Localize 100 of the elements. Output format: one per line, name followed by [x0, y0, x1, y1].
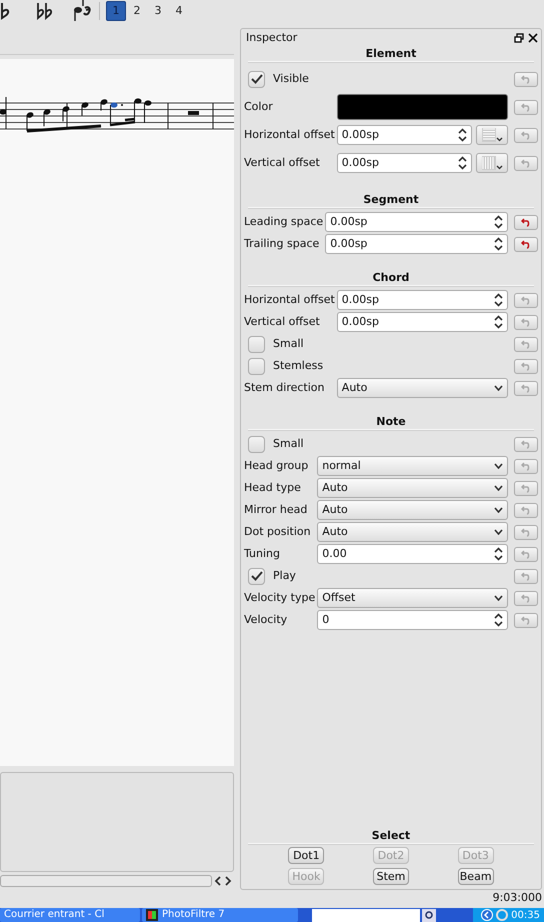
checkbox[interactable] — [248, 436, 265, 452]
field-label: Color — [244, 98, 274, 115]
field-label: Leading space — [244, 214, 324, 230]
spin-field[interactable]: 0.00sp — [336, 125, 472, 145]
spin-arrows-icon[interactable] — [458, 128, 467, 142]
flat-icon[interactable] — [0, 2, 10, 20]
collapse-icon[interactable] — [481, 909, 494, 921]
reset-icon — [521, 362, 531, 370]
reset-icon — [521, 616, 531, 624]
voice-button[interactable]: 3 — [148, 1, 168, 21]
field-label: Dot position — [244, 524, 312, 540]
section-title: Element — [248, 47, 534, 62]
status-time: 9:03:000 — [492, 890, 542, 906]
field-label: Trailing space — [244, 236, 320, 252]
spin-arrows-icon[interactable] — [494, 613, 503, 627]
spin-field[interactable]: 0.00sp — [336, 312, 508, 332]
dropdown[interactable]: Auto — [317, 522, 508, 542]
lines-icon — [481, 127, 503, 143]
checkbox[interactable] — [248, 70, 265, 88]
scroll-right-icon[interactable] — [224, 875, 232, 887]
chevron-down-icon — [494, 507, 503, 513]
field-label: Head group — [244, 458, 310, 474]
select-button[interactable]: Stem — [372, 868, 409, 885]
horizontal-scrollbar[interactable] — [0, 875, 212, 887]
spin-field[interactable]: 0.00 — [317, 544, 508, 564]
checkbox-label: Small — [273, 436, 304, 452]
select-button[interactable]: Beam — [458, 868, 494, 885]
voice-button[interactable]: 2 — [127, 1, 147, 21]
spin-arrows-icon[interactable] — [494, 547, 503, 561]
spin-field[interactable]: 0.00sp — [336, 153, 472, 173]
reset-icon — [521, 440, 531, 448]
reset-button[interactable] — [514, 236, 538, 252]
reset-icon — [521, 318, 531, 326]
spin-field[interactable]: 0.00sp — [325, 234, 508, 254]
reset-icon — [521, 296, 531, 304]
reset-icon — [521, 462, 531, 470]
spin-arrows-icon[interactable] — [494, 293, 503, 307]
reset-button[interactable] — [514, 214, 538, 230]
reset-icon — [521, 240, 531, 248]
checkbox[interactable] — [248, 336, 265, 352]
app-icon — [146, 909, 158, 921]
spin-field[interactable]: 0.00sp — [325, 212, 508, 232]
spin-arrows-icon[interactable] — [494, 237, 503, 251]
chevron-down-icon — [494, 485, 503, 491]
reset-icon — [521, 528, 531, 536]
scroll-left-icon[interactable] — [214, 875, 222, 887]
chevron-down-icon — [494, 529, 503, 535]
section-title: Note — [248, 415, 534, 430]
reset-icon — [521, 550, 531, 558]
dropdown[interactable]: normal — [317, 456, 508, 476]
chevron-down-icon — [494, 463, 503, 469]
spin-arrows-icon[interactable] — [494, 215, 503, 229]
section-title: Select — [248, 829, 534, 844]
lines-icon — [481, 155, 503, 171]
field-label: Stem direction — [244, 380, 326, 396]
close-icon[interactable] — [528, 33, 538, 43]
dropdown[interactable]: Auto — [317, 478, 508, 498]
dropdown[interactable]: Auto — [317, 500, 508, 520]
chevron-down-icon — [494, 385, 503, 391]
field-label: Mirror head — [244, 502, 308, 518]
spin-field[interactable]: 0.00sp — [336, 290, 508, 310]
align-menu-button[interactable] — [476, 125, 508, 145]
field-label: Horizontal offset — [244, 126, 335, 143]
reset-icon — [521, 130, 531, 140]
reset-icon — [521, 594, 531, 602]
double-flat-icon[interactable] — [36, 2, 54, 20]
reset-icon — [521, 74, 531, 84]
flip-direction-icon[interactable] — [73, 0, 93, 22]
taskbar-button[interactable]: PhotoFiltre 7 — [142, 908, 298, 922]
reset-icon — [521, 340, 531, 348]
clock: 00:35 — [511, 908, 540, 922]
search-field[interactable] — [312, 908, 420, 922]
field-label: Tuning — [244, 546, 282, 562]
checkbox-label: Visible — [273, 70, 309, 87]
color-swatch[interactable] — [336, 94, 508, 120]
reset-icon — [521, 484, 531, 492]
section-title: Segment — [248, 193, 534, 208]
voice-button[interactable]: 4 — [169, 1, 189, 21]
field-label: Horizontal offset — [244, 292, 335, 308]
spin-arrows-icon[interactable] — [458, 156, 467, 170]
field-label: Vertical offset — [244, 154, 321, 171]
checkbox-label: Stemless — [273, 358, 324, 374]
spin-field[interactable]: 0 — [317, 610, 508, 630]
select-button[interactable]: Dot1 — [288, 847, 324, 864]
float-icon[interactable] — [514, 33, 524, 43]
checkbox[interactable] — [248, 358, 265, 374]
reset-icon — [521, 102, 531, 112]
panel-title: Inspector — [245, 30, 298, 46]
taskbar-button[interactable]: Courrier entrant - Cl — [0, 908, 140, 922]
checkbox[interactable] — [248, 568, 265, 584]
dropdown[interactable]: Auto — [336, 378, 508, 398]
align-menu-button[interactable] — [476, 153, 508, 173]
reset-icon — [521, 158, 531, 168]
search-icon[interactable] — [422, 908, 436, 922]
reset-icon — [521, 384, 531, 392]
spin-arrows-icon[interactable] — [494, 315, 503, 329]
field-label: Vertical offset — [244, 314, 321, 330]
chevron-down-icon — [494, 595, 503, 601]
section-title: Chord — [248, 271, 534, 286]
dropdown[interactable]: Offset — [317, 588, 508, 608]
